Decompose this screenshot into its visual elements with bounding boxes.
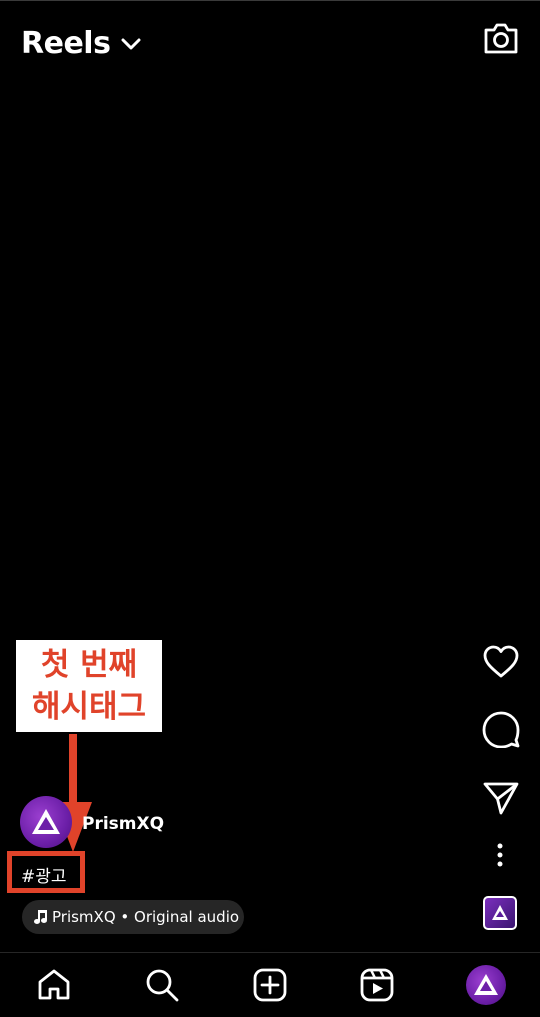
search-icon[interactable] [144, 967, 180, 1003]
annotation-line-1: 첫 번째 [40, 647, 138, 683]
reels-title-dropdown[interactable]: Reels [21, 24, 142, 64]
more-icon[interactable] [490, 840, 510, 870]
audio-info-pill[interactable]: PrismXQ • Original audio [22, 900, 244, 934]
comment-icon[interactable] [482, 710, 520, 748]
hashtag-link[interactable]: #광고 [21, 862, 67, 887]
share-icon[interactable] [482, 780, 520, 816]
author-name[interactable]: PrismXQ [82, 814, 164, 834]
annotation-line-2: 해시태그 [31, 689, 147, 725]
prism-logo-icon [492, 905, 508, 920]
create-icon[interactable] [252, 967, 288, 1003]
author-avatar[interactable] [20, 796, 72, 848]
profile-avatar[interactable] [466, 965, 506, 1005]
annotation-label: 첫 번째 해시태그 [16, 644, 162, 728]
audio-thumbnail[interactable] [483, 896, 517, 930]
heart-icon[interactable] [482, 644, 520, 680]
chevron-down-icon [121, 38, 141, 50]
page-title: Reels [21, 26, 111, 61]
music-note-icon [34, 910, 47, 924]
prism-logo-icon [474, 974, 498, 995]
camera-icon[interactable] [482, 20, 520, 56]
bottom-navigation [0, 952, 540, 1017]
home-icon[interactable] [36, 967, 72, 1003]
reels-icon[interactable] [359, 967, 395, 1003]
reels-header: Reels [0, 0, 540, 88]
prism-logo-icon [32, 809, 60, 834]
audio-label: PrismXQ • Original audio [52, 908, 240, 926]
